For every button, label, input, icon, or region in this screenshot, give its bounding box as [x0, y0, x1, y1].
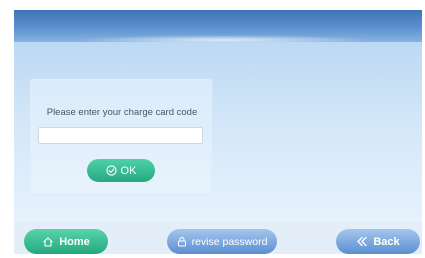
lock-icon: [177, 236, 187, 247]
charge-card-panel: Please enter your charge card code OK: [30, 79, 212, 194]
double-chevron-left-icon: [356, 236, 368, 247]
ok-button[interactable]: OK: [87, 159, 155, 182]
home-icon: [42, 236, 54, 248]
revise-password-button[interactable]: revise password: [167, 229, 277, 254]
app-screen: Please enter your charge card code OK Ho…: [14, 10, 422, 254]
back-button-label: Back: [373, 235, 400, 248]
back-button[interactable]: Back: [336, 229, 420, 254]
ok-button-label: OK: [120, 164, 137, 177]
main-content: Please enter your charge card code OK: [14, 42, 422, 222]
home-button[interactable]: Home: [24, 229, 108, 254]
revise-password-label: revise password: [191, 235, 268, 248]
header-bar: [14, 10, 422, 45]
charge-card-prompt: Please enter your charge card code: [46, 107, 198, 118]
charge-card-code-input[interactable]: [38, 127, 203, 144]
check-circle-icon: [105, 165, 117, 176]
home-button-label: Home: [59, 235, 90, 248]
